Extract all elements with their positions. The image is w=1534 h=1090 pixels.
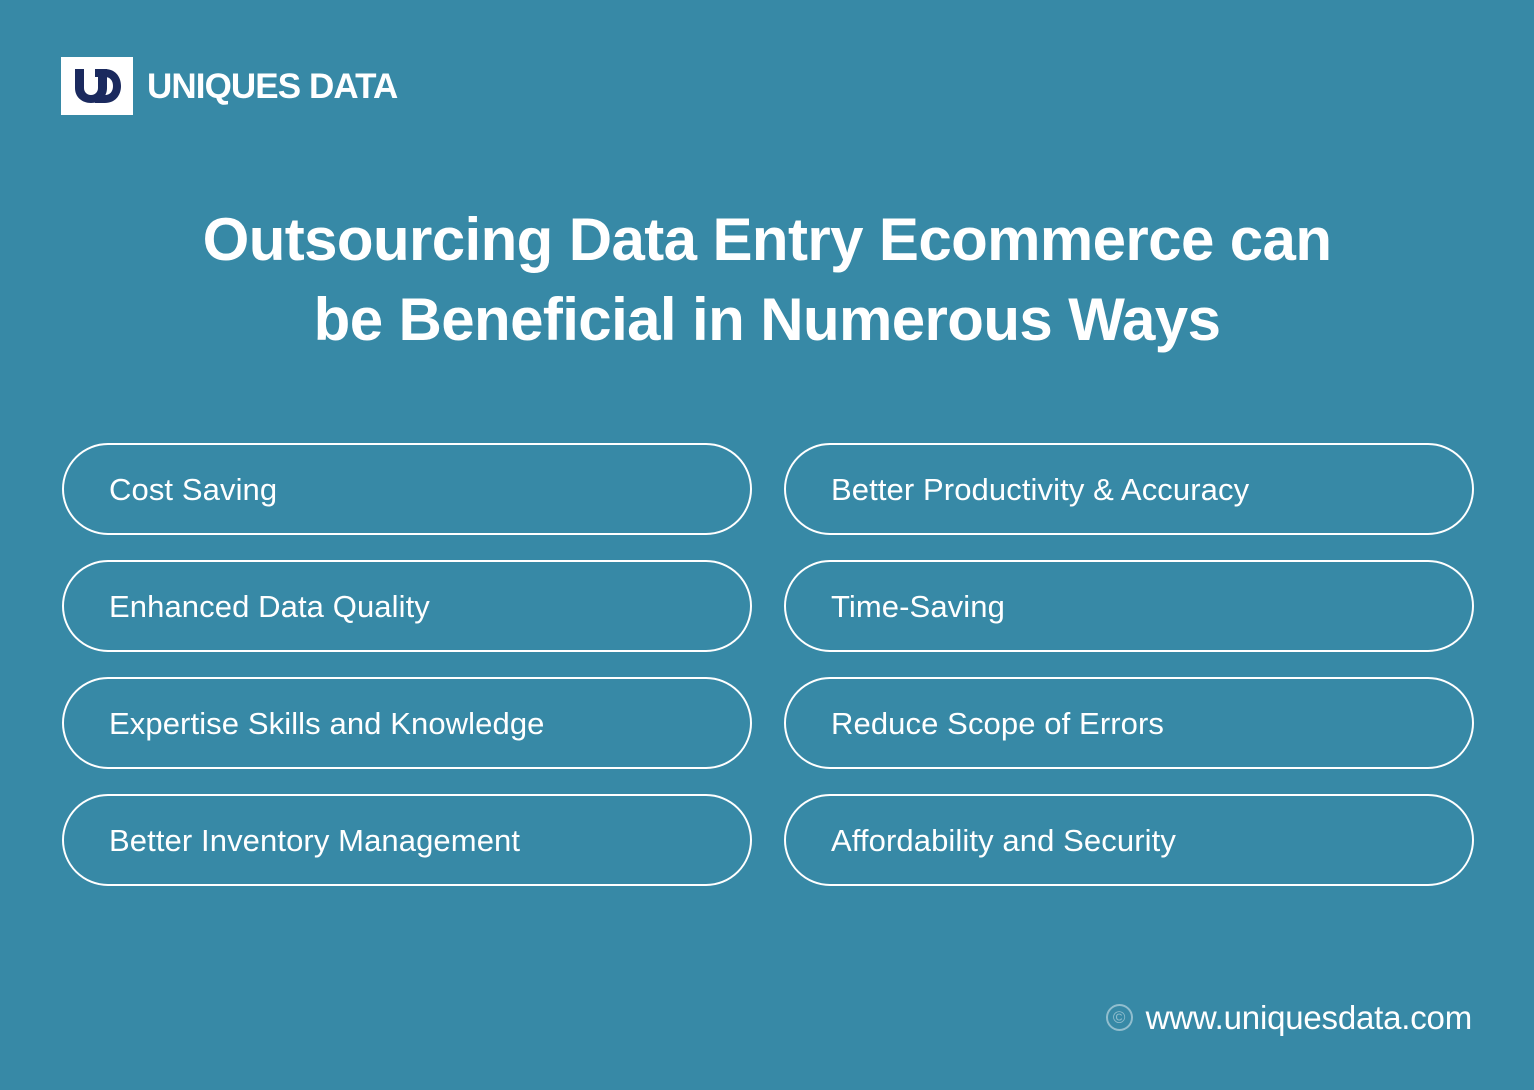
page-title-line-2: be Beneficial in Numerous Ways — [313, 285, 1221, 353]
benefit-pill: Affordability and Security — [784, 794, 1474, 886]
benefit-label: Reduce Scope of Errors — [831, 705, 1165, 741]
benefit-label: Time-Saving — [831, 588, 1005, 624]
benefit-label: Better Productivity & Accuracy — [831, 471, 1250, 507]
benefit-pill: Better Inventory Management — [62, 794, 752, 886]
benefit-label: Affordability and Security — [831, 822, 1176, 858]
benefit-pill: Enhanced Data Quality — [62, 560, 752, 652]
infographic-poster: UNIQUES DATA Outsourcing Data Entry Ecom… — [0, 0, 1534, 1090]
benefit-pill: Time-Saving — [784, 560, 1474, 652]
page-title: Outsourcing Data Entry Ecommerce can be … — [0, 200, 1534, 360]
benefit-label: Enhanced Data Quality — [109, 588, 430, 624]
benefit-label: Better Inventory Management — [109, 822, 521, 858]
copyright-icon: © — [1105, 1004, 1133, 1031]
benefit-pill: Expertise Skills and Knowledge — [62, 677, 752, 769]
benefit-pill: Better Productivity & Accuracy — [784, 443, 1474, 535]
page-title-line-1: Outsourcing Data Entry Ecommerce can — [202, 206, 1332, 273]
benefits-list: Cost Saving Better Productivity & Accura… — [62, 443, 1474, 886]
footer: © www.uniquesdata.com — [1105, 999, 1473, 1036]
brand-name: UNIQUES DATA — [147, 66, 398, 106]
benefit-label: Cost Saving — [109, 471, 278, 507]
ud-monogram-icon — [61, 57, 133, 115]
benefit-label: Expertise Skills and Knowledge — [109, 705, 545, 741]
brand-logo: UNIQUES DATA — [61, 57, 398, 115]
benefit-pill: Reduce Scope of Errors — [784, 677, 1474, 769]
benefit-pill: Cost Saving — [62, 443, 752, 535]
website-url: www.uniquesdata.com — [1145, 999, 1473, 1036]
